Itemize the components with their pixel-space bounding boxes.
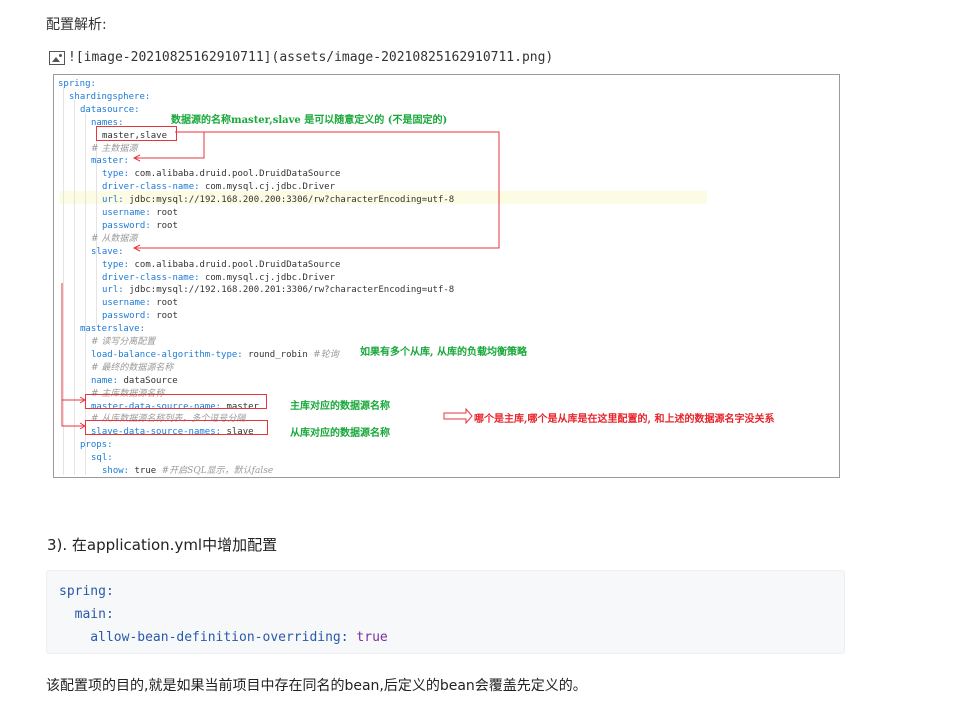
section-title: 3). 在application.yml中增加配置 [47,536,278,554]
heading-config-analysis: 配置解析: [46,17,107,33]
yaml-screenshot: spring: shardingsphere: datasource: names: m… [53,74,840,478]
annotation-slave: 从库对应的数据源名称 [290,428,390,439]
code-line: allow-bean-definition-overriding: true [59,626,832,649]
annotation-relation: 哪个是主库,哪个是从库是在这里配置的, 和上述的数据源名字没关系 [474,414,775,425]
footer-text: 该配置项的目的,就是如果当前项目中存在同名的bean,后定义的bean会覆盖先定… [46,678,587,694]
code-value: true [348,630,388,645]
image-reference-text: ![image-20210825162910711](assets/image-… [68,50,554,65]
image-reference: ![image-20210825162910711](assets/image-… [49,50,553,65]
code-key: main: [59,607,114,622]
annotation-master: 主库对应的数据源名称 [290,401,390,412]
code-line: main: [59,603,832,626]
code-block: spring: main: allow-bean-definition-over… [46,570,845,654]
broken-image-icon [49,50,65,65]
code-line: spring: [59,580,832,603]
code-key: spring: [59,584,114,599]
code-key: allow-bean-definition-overriding: [59,630,349,645]
annotation-load-balance: 如果有多个从库, 从库的负载均衡策略 [360,347,527,358]
annotation-names: 数据源的名称master,slave 是可以随意定义的 (不是固定的) [171,115,448,126]
